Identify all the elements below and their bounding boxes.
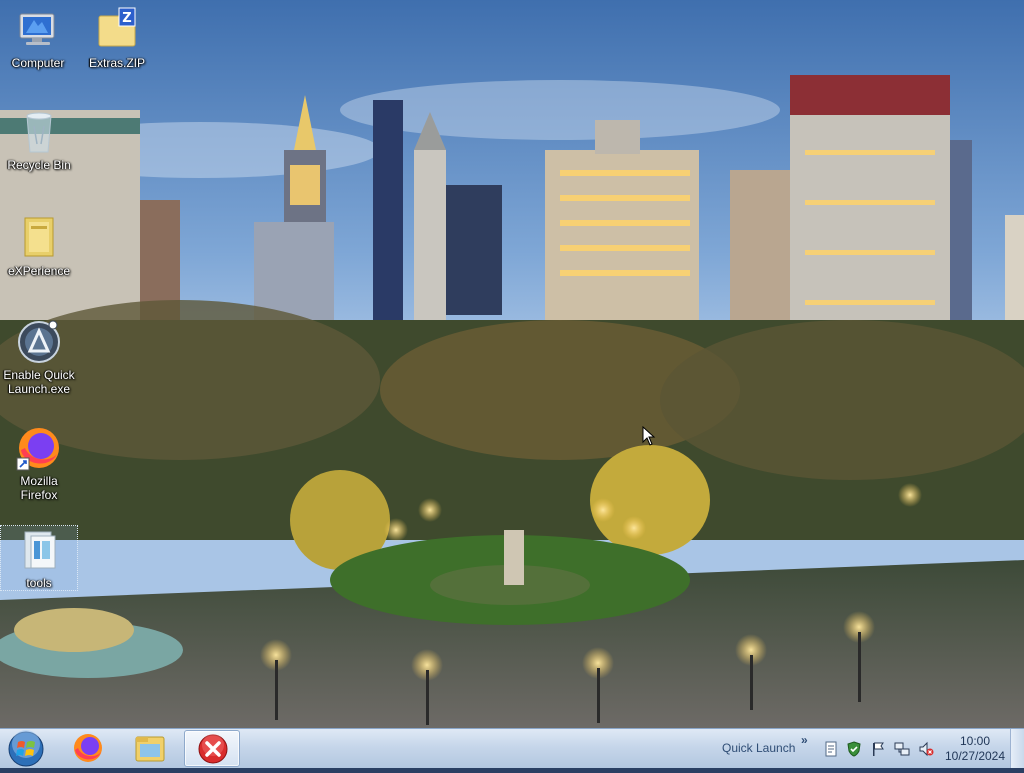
folder-icon (15, 526, 63, 574)
tray-network-icon[interactable] (894, 741, 910, 757)
taskbar-firefox-button[interactable] (60, 730, 116, 767)
file-explorer-icon (135, 736, 165, 762)
volume-muted-icon (919, 741, 934, 757)
taskbar: Quick Launch » 10:00 10/27/2024 (0, 728, 1024, 768)
quick-launch-exe-icon (15, 318, 63, 366)
quick-launch-label: Quick Launch (722, 741, 796, 755)
desktop-icon-enable-quick-launch[interactable]: Enable Quick Launch.exe (1, 318, 77, 396)
desktop-icon-experience[interactable]: eXPerience (1, 214, 77, 278)
show-desktop-button[interactable] (1010, 729, 1024, 768)
firefox-icon (15, 424, 63, 472)
network-icon (894, 742, 910, 756)
desktop-icon-extras-zip[interactable]: Z Extras.ZIP (79, 6, 155, 70)
desktop-icon-label: Extras.ZIP (88, 56, 145, 70)
tray-security-icon[interactable] (846, 741, 862, 757)
desktop-icon-label: Enable Quick Launch.exe (3, 368, 75, 396)
clock-date: 10/27/2024 (944, 749, 1006, 763)
desktop-icon-label: eXPerience (7, 264, 71, 278)
desktop-icon-tools[interactable]: tools (0, 525, 78, 591)
tray-document-icon[interactable] (823, 741, 839, 757)
desktop-icon-recycle-bin[interactable]: Recycle Bin (1, 108, 77, 172)
computer-icon (14, 6, 62, 54)
mouse-pointer-icon (642, 426, 656, 446)
desktop-icon-label: tools (26, 576, 52, 590)
clock-time: 10:00 (959, 734, 991, 748)
taskbar-clock[interactable]: 10:00 10/27/2024 (942, 734, 1008, 764)
desktop-icon-label: Computer (11, 56, 65, 70)
security-shield-icon (847, 741, 861, 757)
svg-text:Z: Z (122, 11, 131, 26)
firefox-icon (74, 734, 102, 762)
document-icon (825, 741, 837, 757)
desktop-icon-label: Recycle Bin (7, 158, 71, 172)
desktop-icon-label: Mozilla Firefox (20, 474, 58, 502)
windows-start-orb-icon (8, 730, 44, 767)
desktop-icon-computer[interactable]: Computer (0, 6, 76, 70)
taskbar-file-explorer-button[interactable] (122, 730, 178, 767)
tray-action-center-icon[interactable] (870, 741, 886, 757)
folder-icon (15, 214, 63, 262)
start-button[interactable] (4, 730, 48, 768)
recycle-bin-icon (15, 108, 63, 156)
tray-volume-icon[interactable] (918, 741, 934, 757)
quick-launch-expand-button[interactable]: » (801, 733, 808, 747)
action-center-flag-icon (873, 742, 884, 756)
error-app-icon (198, 734, 228, 764)
taskbar-error-app-button[interactable] (184, 730, 240, 767)
desktop-wallpaper (0, 0, 1024, 728)
desktop-icon-firefox[interactable]: Mozilla Firefox (1, 424, 77, 502)
zip-folder-icon: Z (93, 6, 141, 54)
